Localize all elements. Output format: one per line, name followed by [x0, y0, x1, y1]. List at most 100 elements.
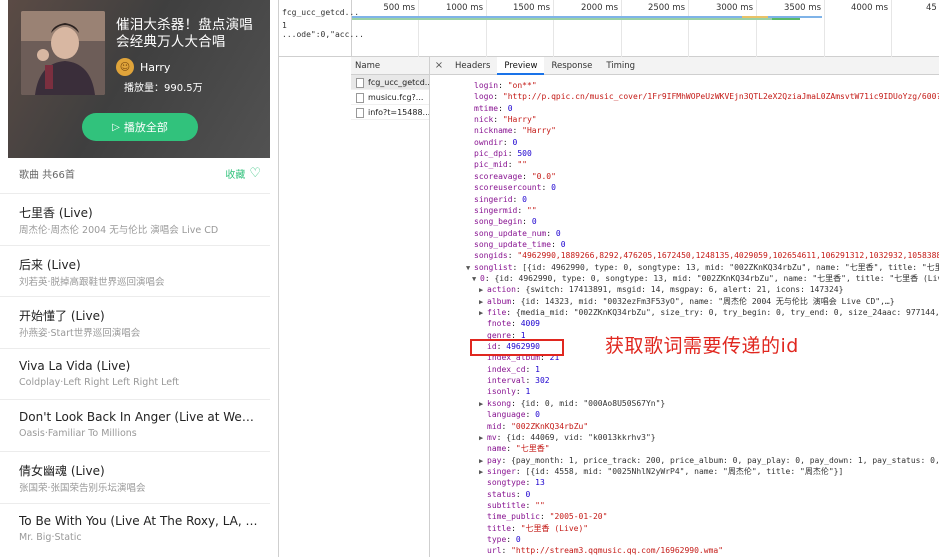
json-key: status	[487, 489, 516, 499]
json-key: isonly	[487, 387, 516, 397]
json-value: 4009	[520, 319, 540, 329]
song-name[interactable]: 开始懂了 (Live)	[19, 307, 261, 324]
json-value: ""	[535, 500, 545, 510]
json-key: song_update_num	[474, 228, 547, 238]
json-key: album	[487, 296, 512, 306]
collapsed-arrow-icon[interactable]: ▶	[479, 433, 487, 444]
song-row[interactable]: 开始懂了 (Live) 孙燕姿·Start世界巡回演唱会	[0, 296, 270, 347]
collapsed-arrow-icon[interactable]: ▶	[479, 285, 487, 296]
json-key: time_public	[487, 512, 540, 522]
playlist-creator[interactable]: ☺ Harry	[116, 58, 170, 76]
json-line: mid: "002ZKnKQ34rbZu"	[487, 421, 588, 432]
json-key: interval	[487, 376, 526, 386]
json-key: fnote	[487, 319, 512, 329]
json-value: [{id: 4962990, type: 0, songtype: 13, mi…	[522, 262, 939, 272]
collapsed-arrow-icon[interactable]: ▶	[479, 297, 487, 308]
song-name[interactable]: 七里香 (Live)	[19, 204, 261, 221]
collapsed-arrow-icon[interactable]: ▶	[479, 399, 487, 410]
json-line[interactable]: ▶ pay: {pay_month: 1, price_track: 200, p…	[479, 455, 939, 466]
json-line[interactable]: ▶ singer: [{id: 4558, mid: "0025NhlN2yWrP…	[479, 466, 843, 477]
timeline-ruler[interactable]: 500 ms 1000 ms 1500 ms 2000 ms 2500 ms 3000 m…	[352, 0, 939, 57]
json-value: {switch: 17413891, msgid: 14, msgpay: 6,…	[525, 285, 844, 295]
json-line[interactable]: ▼ 0: {id: 4962990, type: 0, songtype: 13,…	[472, 273, 939, 284]
song-row[interactable]: To Be With You (Live At The Roxy, LA, Au…	[0, 503, 270, 554]
playlist-cover-image[interactable]	[21, 11, 105, 95]
json-key: nick	[474, 115, 494, 125]
collapsed-arrow-icon[interactable]: ▶	[479, 308, 487, 319]
request-item[interactable]: musicu.fcg?...	[351, 90, 429, 105]
request-item[interactable]: fcg_ucc_getcd...	[351, 75, 429, 90]
song-name[interactable]: Don't Look Back In Anger (Live at Wemble…	[19, 410, 261, 424]
close-icon[interactable]: ×	[430, 60, 448, 71]
timeline-request-list: fcg_ucc_getcd... 1 ...ode":0,"acc...	[279, 0, 364, 57]
timeline-gridline	[756, 0, 757, 57]
request-name[interactable]: fcg_ucc_getcd...	[368, 78, 429, 87]
collapsed-arrow-icon[interactable]: ▶	[479, 467, 487, 478]
collect-button[interactable]: 收藏 ♡	[225, 166, 261, 181]
song-row[interactable]: 后来 (Live) 刘若英·脱掉高跟鞋世界巡回演唱会	[0, 245, 270, 296]
json-line: scoreusercount: 0	[474, 182, 556, 193]
json-value: {id: 0, mid: "000Ao8U50S67Yn"}	[520, 398, 666, 408]
request-item[interactable]: info?t=15488...	[351, 105, 429, 120]
json-colon: :	[506, 308, 516, 317]
json-line[interactable]: ▼ songlist: [{id: 4962990, type: 0, songt…	[466, 262, 939, 273]
json-key: pay	[487, 455, 502, 465]
tab-headers[interactable]: Headers	[448, 57, 497, 75]
json-colon: :	[512, 126, 523, 136]
json-value: "2005-01-20"	[549, 512, 608, 522]
timeline-tick-label: 500 ms	[383, 3, 415, 13]
expanded-arrow-icon[interactable]: ▼	[466, 263, 474, 274]
json-value: "4962990,1889266,8292,476205,1672450,124…	[517, 251, 939, 261]
collapsed-arrow-icon[interactable]: ▶	[479, 456, 487, 467]
song-name[interactable]: 后来 (Live)	[19, 256, 261, 273]
tab-response[interactable]: Response	[544, 57, 599, 75]
request-name[interactable]: info?t=15488...	[368, 108, 429, 117]
json-key: singerid	[474, 194, 513, 204]
json-line: song_update_time: 0	[474, 239, 566, 250]
timeline-tick-label: 3000 ms	[715, 3, 753, 13]
json-line[interactable]: ▶ mv: {id: 44069, vid: "k0013kkrhv3"}	[479, 432, 656, 443]
play-count: 播放量：990.5万	[124, 83, 203, 94]
json-key: file	[487, 308, 507, 317]
song-name[interactable]: 倩女幽魂 (Live)	[19, 462, 261, 479]
devtools-network-panel: fcg_ucc_getcd... 1 ...ode":0,"acc... 500…	[278, 0, 939, 557]
json-colon: :	[522, 171, 532, 181]
song-row[interactable]: 倩女幽魂 (Live) 张国荣·张国荣告别乐坛演唱会	[0, 451, 270, 502]
json-key: pic_dpi	[474, 149, 508, 159]
json-preview: login: "on**" logo: "http://p.qpic.cn/mus…	[430, 77, 939, 557]
json-line: name: "七里香"	[487, 443, 550, 454]
json-colon: :	[507, 251, 518, 261]
creator-name[interactable]: Harry	[140, 61, 170, 74]
request-name[interactable]: musicu.fcg?...	[368, 93, 423, 102]
creator-avatar[interactable]: ☺	[116, 58, 134, 76]
json-value: {pay_month: 1, price_track: 200, price_a…	[511, 455, 939, 465]
json-line: isonly: 1	[487, 386, 530, 397]
song-row[interactable]: Viva La Vida (Live) Coldplay·Left Right …	[0, 348, 270, 399]
json-value: "Harry"	[522, 126, 556, 136]
name-column-header[interactable]: Name	[351, 57, 429, 75]
network-timeline[interactable]: fcg_ucc_getcd... 1 ...ode":0,"acc... 500…	[279, 0, 939, 57]
tab-preview[interactable]: Preview	[497, 56, 545, 75]
json-value: {id: 44069, vid: "k0013kkrhv3"}	[506, 432, 656, 442]
json-value: 0	[555, 228, 561, 238]
json-line[interactable]: ▶ ksong: {id: 0, mid: "000Ao8U50S67Yn"}	[479, 398, 665, 409]
song-name[interactable]: Viva La Vida (Live)	[19, 359, 261, 373]
song-row[interactable]: 七里香 (Live) 周杰伦·周杰伦 2004 无与伦比 演唱会 Live CD	[0, 193, 270, 244]
expanded-arrow-icon[interactable]: ▼	[472, 274, 480, 285]
song-name[interactable]: To Be With You (Live At The Roxy, LA, Au…	[19, 514, 261, 528]
tab-timing[interactable]: Timing	[599, 57, 642, 75]
json-line: title: "七里香 (Live)"	[487, 523, 588, 534]
json-colon: :	[525, 500, 536, 510]
json-colon: :	[515, 466, 526, 476]
json-value: "0.0"	[531, 171, 556, 181]
timeline-request[interactable]: fcg_ucc_getcd...	[282, 8, 359, 17]
json-line: mtime: 0	[474, 103, 513, 114]
play-all-button[interactable]: ▷ 播放全部	[82, 113, 198, 141]
json-line: login: "on**"	[474, 80, 537, 91]
song-row[interactable]: Don't Look Back In Anger (Live at Wemble…	[0, 399, 270, 450]
json-line[interactable]: ▶ action: {switch: 17413891, msgid: 14, m…	[479, 284, 843, 295]
json-line[interactable]: ▶ album: {id: 14323, mid: "0032ezFm3F53yO…	[479, 296, 895, 307]
json-value: 0	[525, 489, 531, 499]
heart-icon: ♡	[249, 166, 261, 181]
json-line[interactable]: ▶ file: {media_mid: "002ZKnKQ34rbZu", siz…	[479, 307, 939, 318]
